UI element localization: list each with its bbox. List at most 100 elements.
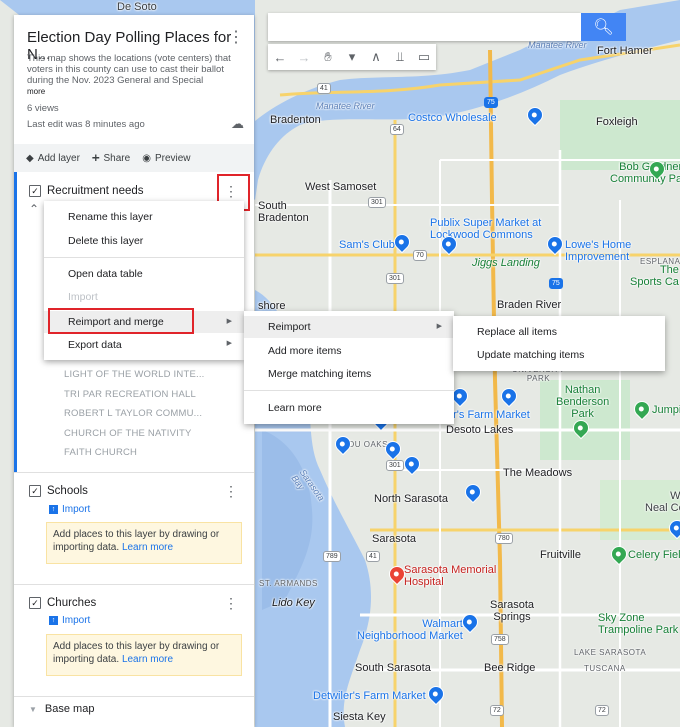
map-label-sarasota: Sarasota	[372, 533, 417, 545]
search-icon: 🔍︎	[593, 19, 614, 36]
menu-item-export[interactable]: Export data ▶	[44, 339, 244, 359]
menu-item-replace-all[interactable]: Replace all items	[453, 326, 665, 346]
person-add-icon: ➕︎	[91, 152, 100, 164]
divider	[14, 472, 254, 473]
layer-visibility-checkbox[interactable]: ✓	[29, 485, 41, 497]
menu-item-add-more[interactable]: Add more items	[244, 345, 454, 365]
map-description[interactable]: This map shows the locations (vote cente…	[27, 53, 242, 86]
route-shield: 75	[549, 278, 563, 289]
undo-icon[interactable]: ←	[268, 44, 292, 70]
map-label-bradenton: Bradenton	[270, 114, 321, 126]
map-label-bob-gardner: Bob Gardner Community Park	[610, 161, 680, 185]
menu-item-delete[interactable]: Delete this layer	[44, 235, 244, 255]
map-label-nathan-benderson: Nathan Benderson Park	[556, 384, 610, 420]
filter-icon[interactable]: ⫫	[388, 44, 412, 70]
map-toolbar: ← → ✋︎ ▾ ∧ ⫫ ▭	[268, 44, 436, 70]
menu-item-merge-matching[interactable]: Merge matching items	[244, 368, 454, 388]
eye-icon: ◉	[142, 152, 151, 164]
menu-item-learn-more[interactable]: Learn more	[244, 402, 454, 422]
redo-icon[interactable]: →	[292, 44, 316, 70]
hand-icon[interactable]: ✋︎	[316, 44, 340, 70]
preview-button[interactable]: ◉ Preview	[142, 153, 190, 164]
menu-separator	[244, 390, 454, 391]
empty-layer-hint: Add places to this layer by drawing or i…	[46, 634, 242, 676]
learn-more-link[interactable]: Learn more	[122, 542, 173, 553]
menu-item-reimport[interactable]: Reimport ▶	[244, 316, 454, 338]
map-label-sams-club: Sam's Club	[339, 239, 395, 251]
import-link[interactable]: ↑ Import	[49, 615, 90, 626]
menu-item-label: Merge matching items	[268, 368, 372, 380]
route-shield: 758	[491, 634, 509, 645]
preview-label: Preview	[154, 152, 191, 164]
map-label-foxleigh: Foxleigh	[596, 116, 638, 128]
map-label-lowes: Lowe's Home Improvement	[565, 239, 632, 263]
menu-item-label: Add more items	[268, 345, 342, 357]
map-label-bee-ridge: Bee Ridge	[484, 662, 536, 674]
layer-header-recruitment[interactable]: ✓ Recruitment needs	[29, 185, 144, 197]
layer-name[interactable]: Churches	[47, 597, 96, 609]
marker-icon[interactable]: ▾	[340, 44, 364, 70]
import-link[interactable]: ↑ Import	[49, 504, 90, 515]
menu-item-open-table[interactable]: Open data table	[44, 268, 244, 288]
route-shield: 301	[368, 197, 386, 208]
map-label-tuscana: TUSCANA	[584, 664, 626, 673]
map-label-fort-hamer: Fort Hamer	[597, 45, 653, 57]
layers-panel: Election Day Polling Places for N... ⋮ T…	[14, 15, 254, 727]
layer-header-churches[interactable]: ✓ Churches	[29, 597, 96, 609]
last-edit-status: Last edit was 8 minutes ago	[27, 119, 145, 130]
ruler-icon[interactable]: ▭	[412, 44, 436, 70]
list-item[interactable]: CHURCH OF THE NATIVITY	[64, 428, 192, 439]
menu-item-label: Replace all items	[477, 326, 557, 338]
route-shield: 75	[484, 97, 498, 108]
base-map-section[interactable]: ▼ Base map	[29, 703, 94, 715]
panel-actions: ◆ Add layer ➕︎ Share ◉ Preview	[14, 144, 254, 172]
route-shield: 41	[317, 83, 331, 94]
add-layer-button[interactable]: ◆ Add layer	[26, 153, 80, 164]
layer-name[interactable]: Recruitment needs	[47, 185, 144, 197]
map-label-north-sarasota: North Sarasota	[374, 493, 448, 505]
list-item[interactable]: TRI PAR RECREATION HALL	[64, 389, 196, 400]
layer-name[interactable]: Schools	[47, 485, 88, 497]
map-label-sarasota-memorial: Sarasota Memorial Hospital	[404, 564, 497, 588]
reimport-submenu: Reimport ▶ Add more items Merge matching…	[244, 311, 454, 424]
cloud-saved-icon: ☁︎	[231, 116, 244, 131]
submenu-arrow-icon: ▶	[226, 318, 232, 325]
map-label-west-samoset: West Samoset	[305, 181, 377, 193]
learn-more-link[interactable]: Learn more	[122, 654, 173, 665]
layer-options-icon[interactable]: ⋮	[224, 595, 238, 612]
menu-separator	[44, 257, 244, 258]
layer-visibility-checkbox[interactable]: ✓	[29, 597, 41, 609]
menu-item-label: Learn more	[268, 402, 322, 414]
layer-options-icon[interactable]: ⋮	[224, 483, 238, 500]
map-label-siesta-key: Siesta Key	[333, 711, 386, 723]
layer-visibility-checkbox[interactable]: ✓	[29, 185, 41, 197]
more-vert-icon[interactable]: ⋮	[228, 27, 244, 47]
list-item[interactable]: FAITH CHURCH	[64, 447, 137, 458]
share-label: Share	[103, 152, 131, 164]
map-label-costco: Costco Wholesale	[408, 112, 497, 124]
route-shield: 72	[595, 705, 609, 716]
layer-header-schools[interactable]: ✓ Schools	[29, 485, 88, 497]
map-label-windw: Windw Neal Comm	[645, 490, 680, 514]
map-label-desoto-lakes: Desoto Lakes	[446, 424, 514, 436]
search-button[interactable]: 🔍︎	[581, 13, 626, 41]
route-shield: 70	[413, 250, 427, 261]
search-input[interactable]	[268, 13, 581, 41]
selected-layer-indicator	[14, 172, 17, 472]
add-layer-label: Add layer	[37, 152, 80, 164]
collapse-icon[interactable]: ⌃	[29, 202, 39, 216]
route-shield: 41	[366, 551, 380, 562]
map-label-walmart: Walmart Neighborhood Market	[357, 618, 463, 642]
share-button[interactable]: ➕︎ Share	[92, 153, 130, 164]
map-label-south-bradenton: South Bradenton	[258, 200, 309, 224]
route-shield: 301	[386, 460, 404, 471]
line-icon[interactable]: ∧	[364, 44, 388, 70]
menu-item-update-matching[interactable]: Update matching items	[453, 349, 665, 369]
map-label-ou-oaks: OU OAKS	[348, 440, 388, 449]
menu-item-rename[interactable]: Rename this layer	[44, 211, 244, 231]
layers-icon: ◆	[26, 152, 34, 164]
map-label-south-sarasota: South Sarasota	[355, 662, 431, 674]
list-item[interactable]: ROBERT L TAYLOR COMMU...	[64, 408, 202, 419]
more-link[interactable]: more	[27, 87, 45, 96]
list-item[interactable]: LIGHT OF THE WORLD INTE...	[64, 369, 205, 380]
